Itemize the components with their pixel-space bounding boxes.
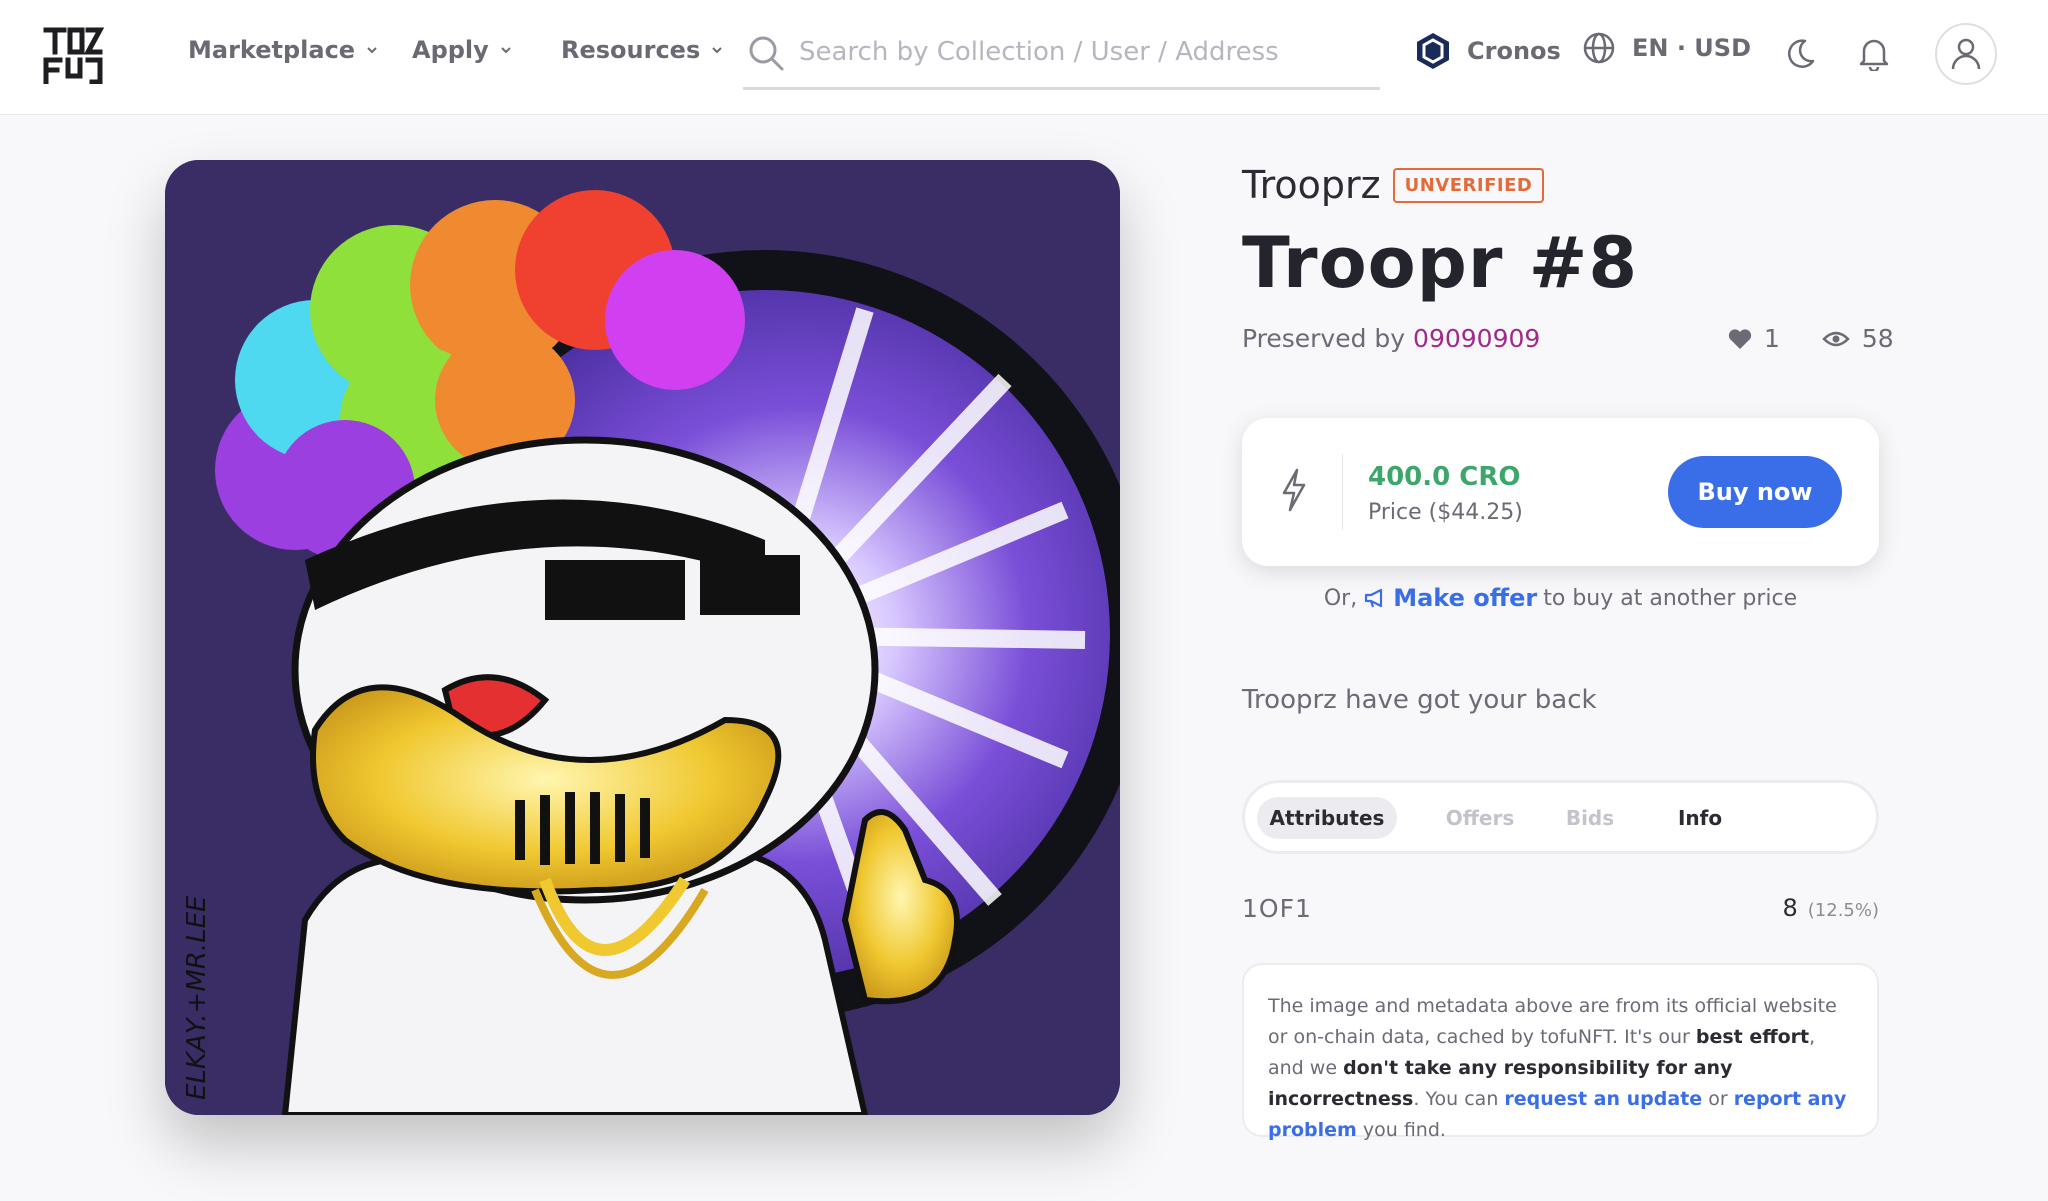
nav-apply-label: Apply <box>412 36 489 64</box>
price-usd: Price ($44.25) <box>1368 500 1523 525</box>
price-divider <box>1342 454 1343 530</box>
chain-selector[interactable]: Cronos <box>1415 31 1561 71</box>
item-stats: 1 58 <box>1728 324 1894 353</box>
disclaimer-text: you find. <box>1356 1119 1446 1141</box>
attribute-name: 1OF1 <box>1242 894 1312 923</box>
chevron-down-icon <box>501 47 511 54</box>
make-offer-label: Make offer <box>1393 584 1538 612</box>
lightning-icon <box>1282 468 1306 512</box>
nft-artwork-image[interactable]: ELKAY.+MR.LEE <box>165 160 1120 1115</box>
nav-marketplace[interactable]: Marketplace <box>188 36 379 64</box>
notifications-button[interactable] <box>1854 34 1894 74</box>
chevron-down-icon <box>367 47 377 54</box>
attribute-value: 8 (12.5%) <box>1782 894 1879 922</box>
globe-icon <box>1583 32 1615 64</box>
owner-link[interactable]: 09090909 <box>1413 324 1540 353</box>
search-input[interactable] <box>799 32 1369 72</box>
eye-icon <box>1822 331 1850 346</box>
attribute-row: 1OF1 8 (12.5%) <box>1242 892 1879 928</box>
nav-resources-label: Resources <box>561 36 701 64</box>
attribute-percent: (12.5%) <box>1807 900 1879 921</box>
buy-now-button[interactable]: Buy now <box>1668 456 1842 528</box>
heart-icon <box>1728 328 1752 349</box>
account-button[interactable] <box>1935 23 1997 85</box>
nav-marketplace-label: Marketplace <box>188 36 356 64</box>
nav-apply[interactable]: Apply <box>412 36 513 64</box>
disclaimer-emphasis: best effort <box>1695 1026 1810 1048</box>
tab-offers[interactable]: Offers <box>1425 797 1535 839</box>
nft-description: Trooprz have got your back <box>1242 685 1597 715</box>
moon-icon <box>1788 39 1815 68</box>
nft-title: Troopr #8 <box>1242 222 1639 304</box>
artist-signature: ELKAY.+MR.LEE <box>182 895 212 1100</box>
collection-name[interactable]: Trooprz <box>1242 163 1381 207</box>
user-icon <box>1951 38 1981 70</box>
owner-line: Preserved by 09090909 <box>1242 324 1540 353</box>
disclaimer-text: or <box>1702 1088 1734 1110</box>
language-label: EN · USD <box>1632 34 1752 62</box>
offer-prefix: Or, <box>1323 585 1358 611</box>
attribute-count: 8 <box>1782 894 1798 922</box>
search-bar <box>743 28 1380 90</box>
make-offer-line: Or, Make offer to buy at another price <box>1242 584 1879 612</box>
make-offer-link[interactable]: Make offer <box>1363 584 1537 612</box>
price-card: 400.0 CRO Price ($44.25) Buy now <box>1242 418 1879 566</box>
tofu-logo-icon[interactable] <box>42 26 105 85</box>
price-cro: 400.0 CRO <box>1368 462 1521 492</box>
troopr-illustration: ELKAY.+MR.LEE <box>165 160 1120 1115</box>
megaphone-icon <box>1365 588 1383 608</box>
offer-suffix: to buy at another price <box>1543 585 1798 611</box>
view-count: 58 <box>1861 324 1894 353</box>
top-navigation-bar: Marketplace Apply Resources Cronos <box>0 0 2048 115</box>
item-tabs: Attributes Offers Bids Info <box>1242 780 1879 854</box>
cronos-icon <box>1417 33 1449 69</box>
collection-row: Trooprz UNVERIFIED <box>1242 163 1545 207</box>
metadata-disclaimer: The image and metadata above are from it… <box>1242 963 1879 1141</box>
language-currency-selector[interactable]: EN · USD <box>1582 31 1751 65</box>
unverified-badge: UNVERIFIED <box>1392 167 1545 203</box>
nav-resources[interactable]: Resources <box>561 36 724 64</box>
tab-info[interactable]: Info <box>1655 797 1745 839</box>
like-button[interactable]: 1 <box>1728 324 1780 353</box>
chain-label: Cronos <box>1467 37 1561 65</box>
tab-attributes[interactable]: Attributes <box>1257 797 1397 839</box>
chevron-down-icon <box>712 47 722 54</box>
view-stat: 58 <box>1822 324 1894 353</box>
like-count: 1 <box>1764 324 1780 353</box>
request-update-link[interactable]: request an update <box>1504 1088 1702 1110</box>
owner-prefix: Preserved by <box>1242 324 1406 353</box>
dark-mode-toggle[interactable] <box>1780 34 1820 74</box>
disclaimer-text: . You can <box>1413 1088 1505 1110</box>
tab-bids[interactable]: Bids <box>1545 797 1635 839</box>
bell-icon <box>1859 39 1889 71</box>
search-icon <box>749 36 784 71</box>
